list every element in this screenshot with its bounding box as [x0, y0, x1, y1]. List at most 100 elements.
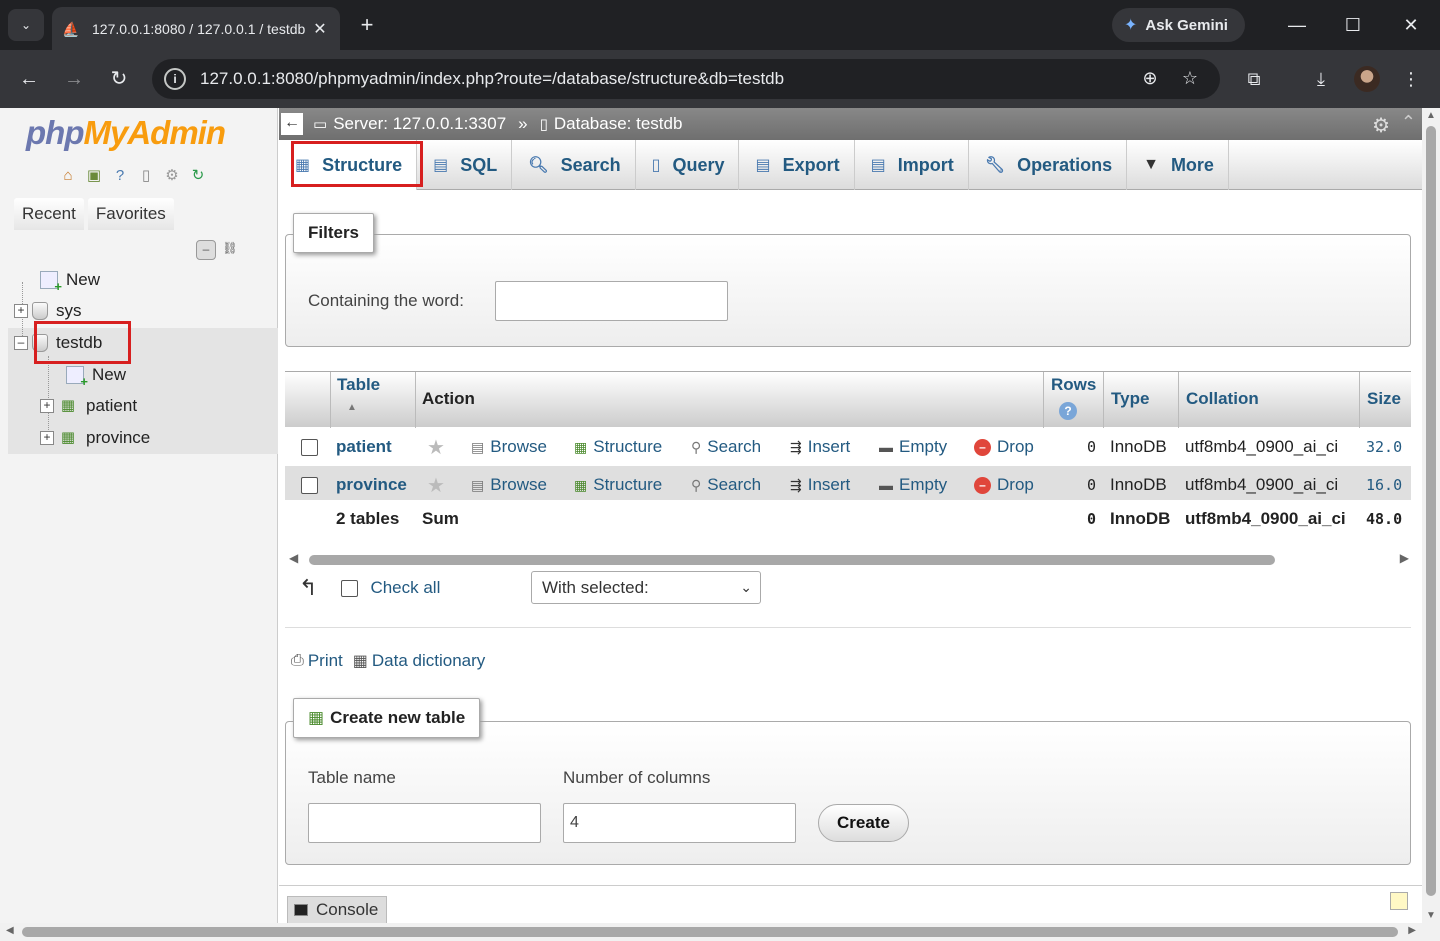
- drop-action[interactable]: – Drop: [974, 475, 1034, 495]
- browser-menu-icon[interactable]: ⋮: [1396, 64, 1426, 94]
- favorite-star-icon[interactable]: ★: [427, 435, 451, 460]
- browse-action[interactable]: ▤ Browse: [471, 437, 547, 457]
- ask-gemini-button[interactable]: ✦ Ask Gemini: [1112, 8, 1245, 42]
- tab-export[interactable]: ▤ Export: [739, 140, 855, 190]
- header-rows[interactable]: Rows: [1051, 375, 1096, 395]
- size-value[interactable]: 32.0: [1366, 438, 1402, 456]
- row-checkbox[interactable]: [301, 476, 318, 494]
- tab-structure[interactable]: ▦ Structure: [279, 140, 418, 190]
- expand-icon[interactable]: +: [40, 399, 54, 413]
- row-checkbox[interactable]: [301, 438, 318, 456]
- collapse-top-icon[interactable]: ⌃: [1401, 112, 1416, 133]
- reload-icon[interactable]: ↻: [104, 64, 134, 94]
- console-toggle[interactable]: Console: [287, 896, 387, 924]
- scroll-up-icon[interactable]: ▲: [1426, 110, 1436, 121]
- search-action[interactable]: ⚲ Search: [691, 437, 761, 457]
- scroll-right-icon[interactable]: ▶: [1400, 551, 1409, 565]
- tree-item-new-table[interactable]: New: [66, 360, 126, 390]
- data-dictionary-link[interactable]: ▦ Data dictionary: [353, 651, 486, 671]
- size-value[interactable]: 16.0: [1366, 476, 1402, 494]
- table-name-input[interactable]: [308, 803, 541, 843]
- breadcrumb-database[interactable]: Database: testdb: [554, 114, 683, 134]
- logout-icon[interactable]: ▣: [84, 166, 104, 186]
- empty-action[interactable]: ▬ Empty: [879, 475, 947, 495]
- home-icon[interactable]: ⌂: [58, 166, 78, 186]
- browser-tab[interactable]: ⛵ 127.0.0.1:8080 / 127.0.0.1 / testdb ✕: [52, 7, 340, 50]
- download-icon[interactable]: ⤓: [1306, 64, 1336, 94]
- extensions-icon[interactable]: ⧉: [1239, 64, 1269, 94]
- page-vertical-scrollbar[interactable]: ▲ ▼: [1422, 108, 1440, 923]
- tab-import[interactable]: ▤ Import: [855, 140, 969, 190]
- tab-close-icon[interactable]: ✕: [310, 19, 330, 39]
- page-horizontal-scrollbar[interactable]: ◀ ▶: [0, 923, 1440, 941]
- new-tab-button[interactable]: +: [352, 10, 382, 40]
- tab-more[interactable]: ▼ More: [1127, 140, 1229, 190]
- header-size[interactable]: Size: [1367, 389, 1401, 409]
- print-link[interactable]: ⎙ Print: [291, 651, 343, 671]
- tab-sql[interactable]: ▤ SQL: [417, 140, 513, 190]
- scrollbar-thumb[interactable]: [309, 555, 1275, 565]
- site-info-icon[interactable]: i: [164, 68, 186, 90]
- help-icon[interactable]: ?: [110, 166, 130, 186]
- table-name-link[interactable]: patient: [336, 437, 392, 457]
- scrollbar-thumb[interactable]: [1426, 126, 1436, 896]
- create-button[interactable]: Create: [818, 804, 909, 842]
- check-all-label[interactable]: Check all: [370, 578, 440, 598]
- docs-icon[interactable]: ▯: [136, 166, 156, 186]
- scrollbar-thumb[interactable]: [22, 927, 1398, 937]
- expand-icon[interactable]: +: [40, 431, 54, 445]
- structure-action[interactable]: ▦ Structure: [574, 437, 662, 457]
- tree-item-patient[interactable]: + ▦ patient: [40, 391, 137, 421]
- refresh-icon[interactable]: ↻: [188, 166, 208, 186]
- address-bar[interactable]: i 127.0.0.1:8080/phpmyadmin/index.php?ro…: [152, 59, 1220, 99]
- header-type[interactable]: Type: [1111, 389, 1149, 409]
- header-collation[interactable]: Collation: [1186, 389, 1259, 409]
- breadcrumb-server[interactable]: Server: 127.0.0.1:3307: [333, 114, 506, 134]
- scroll-left-icon[interactable]: ◀: [6, 925, 14, 936]
- toggle-nav-arrow-icon[interactable]: ←: [281, 113, 303, 135]
- scroll-left-icon[interactable]: ◀: [289, 551, 298, 565]
- tree-item-province[interactable]: + ▦ province: [40, 423, 150, 453]
- zoom-icon[interactable]: ⊕: [1138, 68, 1162, 92]
- insert-action[interactable]: ⇶ Insert: [790, 437, 850, 457]
- scroll-down-icon[interactable]: ▼: [1426, 910, 1436, 921]
- tab-recent[interactable]: Recent: [14, 198, 84, 230]
- bookmark-star-icon[interactable]: ☆: [1178, 68, 1202, 92]
- table-scrollbar[interactable]: ◀ ▶: [289, 551, 1409, 566]
- with-selected-dropdown[interactable]: With selected: ⌄: [531, 571, 761, 604]
- tab-search[interactable]: 🔍︎ Search: [512, 140, 636, 190]
- help-icon[interactable]: ?: [1059, 402, 1077, 420]
- structure-action[interactable]: ▦ Structure: [574, 475, 662, 495]
- tab-favorites[interactable]: Favorites: [87, 198, 174, 230]
- phpmyadmin-logo[interactable]: phpMyAdmin: [26, 114, 226, 152]
- tab-operations[interactable]: 🔧︎ Operations: [969, 140, 1128, 190]
- empty-action[interactable]: ▬ Empty: [879, 437, 947, 457]
- drop-action[interactable]: – Drop: [974, 437, 1034, 457]
- columns-input[interactable]: 4: [563, 803, 796, 843]
- browse-action[interactable]: ▤ Browse: [471, 475, 547, 495]
- expand-icon[interactable]: +: [14, 304, 28, 318]
- collapse-all-icon[interactable]: –: [196, 240, 216, 260]
- scroll-right-icon[interactable]: ▶: [1408, 925, 1416, 936]
- settings-gear-icon[interactable]: ⚙: [1372, 113, 1390, 138]
- insert-action[interactable]: ⇶ Insert: [790, 475, 850, 495]
- filter-input[interactable]: [495, 281, 728, 321]
- collapse-icon[interactable]: –: [14, 336, 28, 350]
- settings-gear-icon[interactable]: ⚙: [162, 166, 182, 186]
- forward-arrow-icon[interactable]: →: [59, 64, 89, 94]
- table-name-link[interactable]: province: [336, 475, 407, 495]
- maximize-icon[interactable]: ☐: [1338, 10, 1368, 40]
- window-close-icon[interactable]: ✕: [1396, 10, 1426, 40]
- tree-item-new-db[interactable]: New: [40, 265, 100, 295]
- link-icon[interactable]: ⛓: [220, 240, 240, 260]
- tab-search-icon[interactable]: ⌄: [8, 9, 44, 41]
- check-all-checkbox[interactable]: [341, 579, 359, 597]
- favorite-star-icon[interactable]: ★: [427, 473, 451, 498]
- tab-query[interactable]: ▯ Query: [636, 140, 740, 190]
- minimize-icon[interactable]: —: [1282, 10, 1312, 40]
- note-icon[interactable]: [1390, 892, 1408, 910]
- profile-avatar[interactable]: [1354, 66, 1380, 92]
- back-arrow-icon[interactable]: ←: [14, 64, 44, 94]
- header-table[interactable]: Table: [337, 375, 380, 395]
- search-action[interactable]: ⚲ Search: [691, 475, 761, 495]
